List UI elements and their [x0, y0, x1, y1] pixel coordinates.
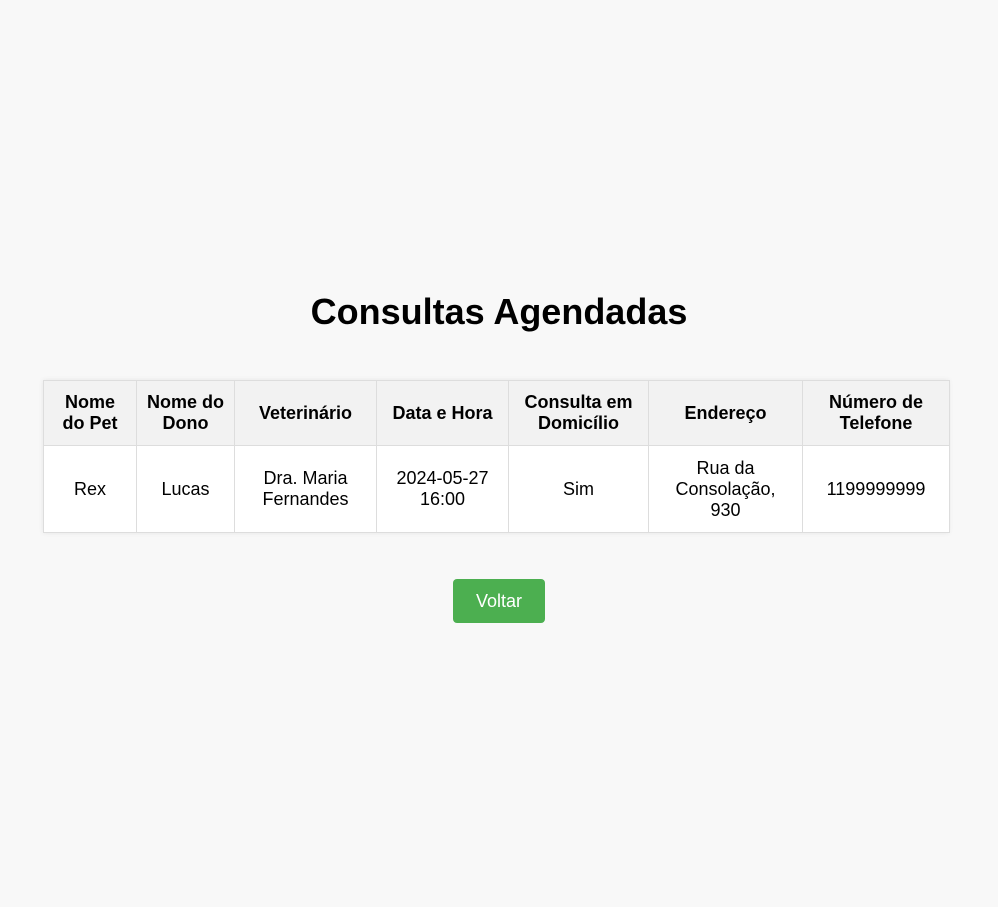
page-container: Consultas Agendadas Nome do Pet Nome do …	[0, 0, 998, 907]
appointments-table: Nome do Pet Nome do Dono Veterinário Dat…	[43, 380, 950, 533]
table-row: Rex Lucas Dra. Maria Fernandes 2024-05-2…	[43, 445, 950, 533]
page-title: Consultas Agendadas	[310, 291, 688, 332]
cell-address: Rua da Consolação, 930	[648, 445, 803, 533]
actions-container: Voltar	[0, 579, 998, 623]
header-pet-name: Nome do Pet	[43, 380, 137, 446]
header-date-time: Data e Hora	[376, 380, 509, 446]
header-home-visit: Consulta em Domicílio	[508, 380, 649, 446]
cell-veterinarian: Dra. Maria Fernandes	[234, 445, 377, 533]
table-header-row: Nome do Pet Nome do Dono Veterinário Dat…	[43, 380, 950, 446]
cell-home-visit: Sim	[508, 445, 649, 533]
header-phone: Número de Telefone	[802, 380, 950, 446]
header-owner-name: Nome do Dono	[136, 380, 235, 446]
cell-phone: 1199999999	[802, 445, 950, 533]
appointments-table-container: Nome do Pet Nome do Dono Veterinário Dat…	[43, 380, 950, 533]
cell-date-time: 2024-05-27 16:00	[376, 445, 509, 533]
cell-pet-name: Rex	[43, 445, 137, 533]
header-address: Endereço	[648, 380, 803, 446]
cell-owner-name: Lucas	[136, 445, 235, 533]
back-button[interactable]: Voltar	[453, 579, 545, 623]
header-veterinarian: Veterinário	[234, 380, 377, 446]
